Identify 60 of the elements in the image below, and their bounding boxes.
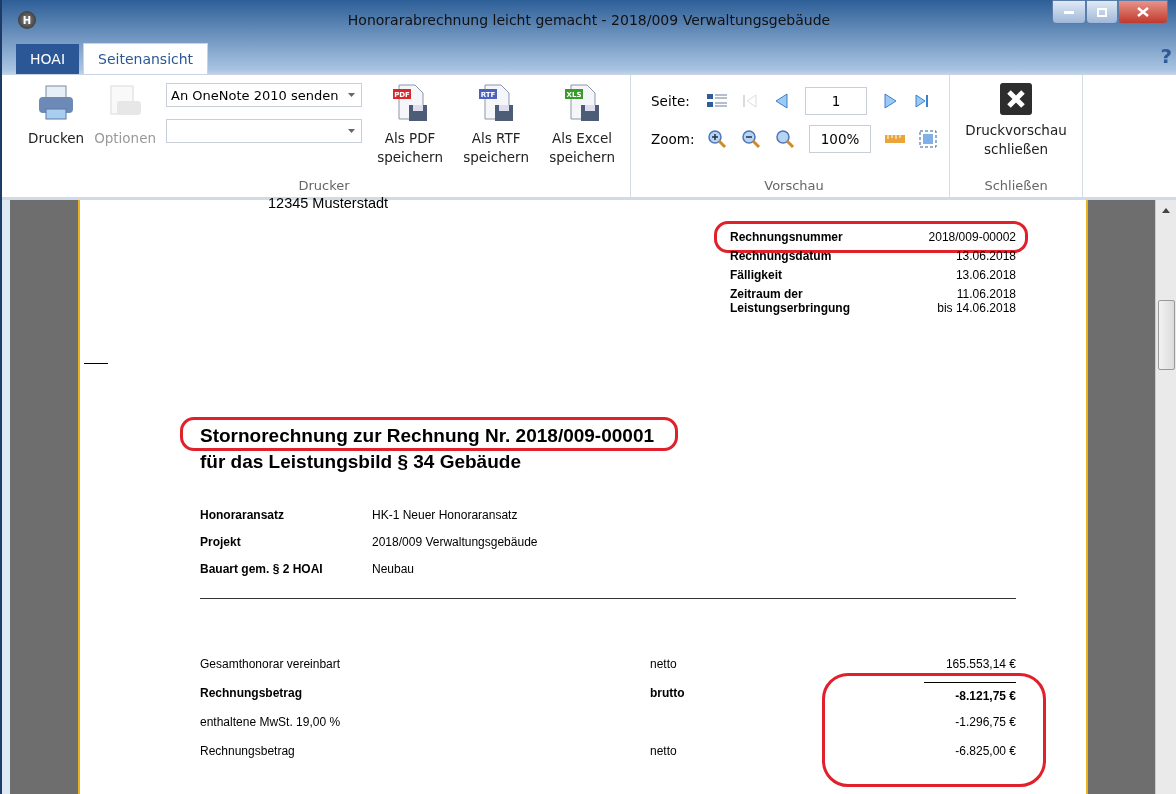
- minimize-button[interactable]: [1052, 0, 1086, 24]
- page-list-icon[interactable]: [707, 93, 728, 109]
- zoom-out-icon[interactable]: [741, 129, 762, 149]
- detail-value: 2018/009 Verwaltungsgebäude: [372, 534, 539, 549]
- amount-value: -1.296,75 €: [955, 714, 1016, 729]
- printer-select[interactable]: An OneNote 2010 senden: [166, 83, 363, 107]
- print-button[interactable]: Drucken: [28, 83, 85, 148]
- scrollbar[interactable]: [1155, 200, 1176, 794]
- caret-icon: [348, 93, 356, 97]
- window-title: Honorarabrechnung leicht gemacht - 2018/009 Verwaltungsgebäude: [347, 12, 831, 28]
- caret-icon: [348, 129, 356, 133]
- info-label: Rechnungsdatum: [730, 249, 833, 263]
- close-preview-button[interactable]: Druckvorschau schließen: [960, 83, 1073, 159]
- maximize-button[interactable]: [1086, 0, 1118, 24]
- info-value: 2018/009-00002: [927, 230, 1016, 244]
- minimize-icon: [1064, 10, 1074, 14]
- group-label: Schließen: [983, 178, 1049, 195]
- zoom-in-icon[interactable]: [707, 129, 728, 149]
- scroll-up-icon[interactable]: [1162, 208, 1170, 213]
- zoom-label: Zoom:: [651, 131, 694, 147]
- zoom-icon[interactable]: [775, 129, 796, 149]
- amount-value: -6.825,00 €: [955, 743, 1016, 758]
- amount-value: 165.553,14 €: [945, 656, 1016, 671]
- ruler-icon[interactable]: [885, 134, 906, 144]
- detail-value: Neubau: [372, 561, 416, 576]
- detail-value: HK-1 Neuer Honoraransatz: [372, 507, 519, 522]
- ribbon-tab[interactable]: HOAI: [16, 44, 79, 74]
- amount-label: Gesamthonorar vereinbart: [200, 656, 342, 671]
- info-label: Rechnungsnummer: [730, 230, 844, 244]
- maximize-icon: [1097, 7, 1107, 17]
- document-heading: Stornorechnung zur Rechnung Nr. 2018/009-00001: [200, 425, 655, 447]
- ribbon-tab[interactable]: Seitenansicht: [83, 43, 209, 74]
- detail-label: Bauart gem. § 2 HOAI: [200, 561, 324, 576]
- group-label: Drucker: [297, 178, 351, 195]
- info-label: Zeitraum der Leistungserbringung: [730, 287, 851, 315]
- address-line: 12345 Musterstadt: [268, 195, 389, 211]
- app-icon: H: [18, 11, 36, 29]
- document-subheading: für das Leistungsbild § 34 Gebäude: [200, 451, 522, 473]
- fit-page-icon[interactable]: [919, 130, 938, 148]
- close-button[interactable]: [1118, 0, 1168, 24]
- amount-label: Rechnungsbetrag: [200, 685, 303, 700]
- info-value: 13.06.2018: [954, 268, 1016, 282]
- zoom-field[interactable]: 100%: [809, 125, 872, 153]
- detail-label: Projekt: [200, 534, 242, 549]
- info-label: Fälligkeit: [730, 268, 783, 282]
- amount-basis: brutto: [650, 685, 686, 700]
- page-label: Seite:: [651, 93, 691, 109]
- info-value: 11.06.2018 bis 14.06.2018: [936, 287, 1016, 315]
- close-icon: [1137, 7, 1149, 17]
- detail-label: Honoraransatz: [200, 507, 286, 522]
- amount-basis: netto: [650, 656, 678, 671]
- info-value: 13.06.2018: [954, 249, 1016, 263]
- scroll-thumb[interactable]: [1158, 300, 1175, 370]
- amount-label: enthaltene MwSt. 19,00 %: [200, 714, 342, 729]
- amount-label: Rechnungsbetrag: [200, 743, 296, 758]
- group-label: Vorschau: [763, 178, 825, 195]
- amount-value: -8.121,75 €: [924, 682, 1016, 703]
- page-field[interactable]: 1: [805, 87, 868, 115]
- amount-basis: netto: [650, 743, 678, 758]
- close-icon: [1000, 83, 1033, 115]
